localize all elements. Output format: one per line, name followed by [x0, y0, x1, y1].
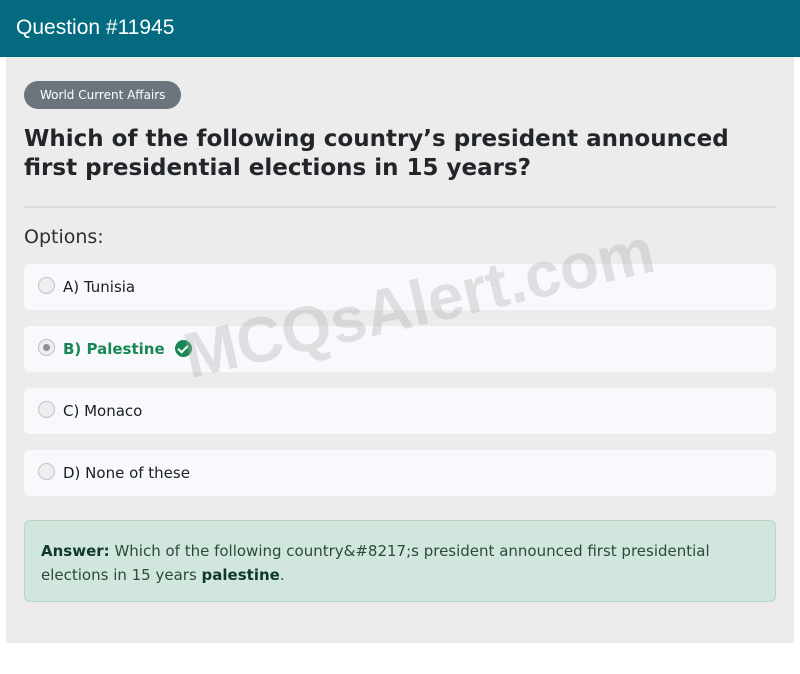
divider [24, 206, 776, 208]
header-title: Question #11945 [16, 16, 175, 39]
option-a-radio[interactable] [38, 277, 55, 294]
category-badge[interactable]: World Current Affairs [24, 81, 182, 109]
question-card: World Current Affairs Which of the follo… [6, 57, 794, 643]
answer-text: Which of the following country&#8217;s p… [41, 542, 710, 584]
option-b-radio[interactable] [38, 339, 55, 356]
option-b[interactable]: B) Palestine [24, 326, 776, 372]
option-a-label: A) Tunisia [63, 278, 136, 296]
answer-prefix: Answer: [41, 542, 110, 560]
question-header: Question #11945 [0, 0, 800, 57]
option-d-radio[interactable] [38, 463, 55, 480]
option-a[interactable]: A) Tunisia [24, 264, 776, 310]
correct-check-icon [174, 340, 192, 357]
option-d-label: D) None of these [63, 464, 190, 482]
answer-suffix: . [279, 566, 285, 584]
answer-value: palestine [201, 566, 280, 584]
option-c-label: C) Monaco [63, 402, 143, 420]
option-b-label: B) Palestine [63, 340, 165, 358]
question-text: Which of the following country’s preside… [24, 126, 729, 181]
option-d[interactable]: D) None of these [24, 450, 776, 496]
options-heading: Options: [24, 226, 104, 248]
option-b-label-wrap: B) Palestine [63, 340, 192, 358]
answer-box: Answer: Which of the following country&#… [24, 520, 776, 602]
option-c-radio[interactable] [38, 401, 55, 418]
option-c[interactable]: C) Monaco [24, 388, 776, 434]
